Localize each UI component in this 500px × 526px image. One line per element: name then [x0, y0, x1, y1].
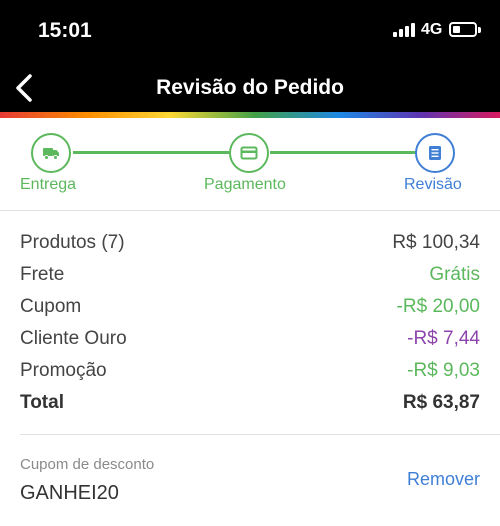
list-icon — [429, 146, 441, 160]
summary-value: R$ 100,34 — [392, 232, 480, 253]
summary-label: Produtos (7) — [20, 232, 125, 253]
summary-label: Cliente Ouro — [20, 328, 127, 349]
step-label-pagamento: Pagamento — [204, 176, 286, 193]
summary-value: Grátis — [429, 264, 480, 285]
summary-row-products: Produtos (7) R$ 100,34 — [20, 228, 480, 258]
summary-value: -R$ 20,00 — [396, 296, 480, 317]
truck-icon — [43, 148, 59, 160]
total-value: R$ 63,87 — [402, 392, 480, 413]
divider — [0, 210, 500, 211]
battery-icon — [449, 22, 481, 37]
summary-label: Frete — [20, 264, 65, 285]
network-type: 4G — [421, 21, 443, 38]
status-bar: 15:01 4G — [0, 0, 500, 62]
step-revisao[interactable] — [415, 133, 455, 173]
step-pagamento[interactable] — [229, 133, 269, 173]
navigation-header: Revisão do Pedido — [0, 62, 500, 112]
credit-card-icon — [240, 146, 258, 160]
step-connector — [270, 151, 416, 154]
step-connector — [73, 151, 229, 154]
summary-row-promotion: Promoção -R$ 9,03 — [20, 356, 480, 386]
step-label-revisao: Revisão — [404, 176, 462, 193]
summary-label: Cupom — [20, 296, 82, 317]
remove-coupon-button[interactable]: Remover — [407, 469, 480, 490]
summary-value: -R$ 9,03 — [407, 360, 480, 381]
checkout-stepper: Entrega Pagamento Revisão — [0, 118, 500, 210]
signal-icon — [393, 23, 415, 37]
coupon-code: GANHEI20 — [20, 482, 119, 504]
coupon-caption: Cupom de desconto — [20, 456, 155, 473]
summary-row-shipping: Frete Grátis — [20, 260, 480, 290]
total-label: Total — [20, 392, 64, 413]
summary-row-total: Total R$ 63,87 — [20, 388, 480, 418]
summary-row-coupon: Cupom -R$ 20,00 — [20, 292, 480, 322]
summary-value: -R$ 7,44 — [407, 328, 480, 349]
summary-label: Promoção — [20, 360, 107, 381]
step-label-entrega: Entrega — [20, 176, 77, 193]
divider — [20, 434, 500, 435]
summary-row-gold-client: Cliente Ouro -R$ 7,44 — [20, 324, 480, 354]
status-time: 15:01 — [38, 19, 92, 42]
page-title: Revisão do Pedido — [156, 76, 344, 99]
step-entrega[interactable] — [31, 133, 71, 173]
